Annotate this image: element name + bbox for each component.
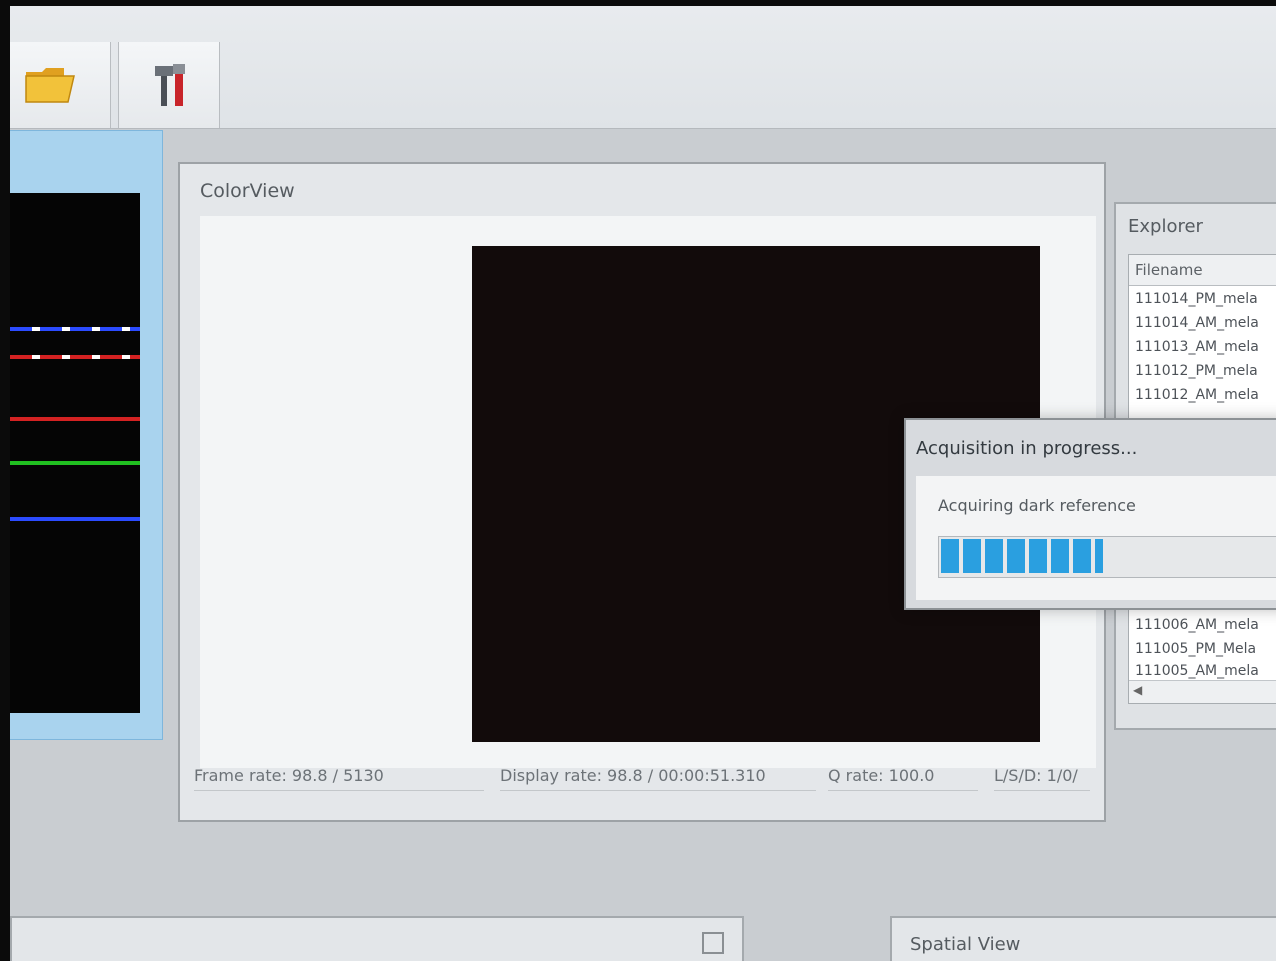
spectrum-line-red: [10, 417, 140, 421]
frame-rate-status: Frame rate: 98.8 / 5130: [194, 762, 484, 791]
filename-column-header[interactable]: Filename: [1129, 255, 1276, 286]
status-bar: Frame rate: 98.8 / 5130 Display rate: 98…: [194, 758, 1098, 798]
dialog-message: Acquiring dark reference: [938, 496, 1136, 515]
file-item[interactable]: 111005_AM_mela: [1135, 663, 1276, 679]
explorer-title: Explorer: [1128, 216, 1203, 237]
progress-bar: [938, 536, 1276, 578]
spectrum-line-red-dashed: [10, 355, 140, 359]
display-rate-status: Display rate: 98.8 / 00:00:51.310: [500, 762, 816, 791]
tools-icon: [155, 64, 185, 106]
spectrum-plot: [10, 193, 140, 713]
colorview-title: ColorView: [200, 180, 295, 202]
file-item[interactable]: 111006_AM_mela: [1135, 617, 1276, 633]
tools-button[interactable]: [118, 42, 220, 128]
spatial-view-window: Spatial View: [890, 916, 1276, 961]
file-item[interactable]: 111014_PM_mela: [1135, 291, 1276, 307]
spatial-view-title: Spatial View: [910, 934, 1021, 955]
scroll-left-icon[interactable]: ◀: [1133, 683, 1142, 697]
file-item[interactable]: 111005_PM_Mela: [1135, 641, 1276, 657]
folder-open-icon: [25, 68, 75, 103]
dialog-title: Acquisition in progress...: [916, 438, 1138, 459]
screen: ColorView Frame rate: 98.8 / 5130 Displa…: [10, 6, 1276, 961]
horizontal-scrollbar[interactable]: ◀: [1129, 680, 1276, 703]
q-rate-status: Q rate: 100.0: [828, 762, 978, 791]
spectrum-line-blue: [10, 517, 140, 521]
toolbar: [10, 6, 1276, 129]
file-item[interactable]: 111013_AM_mela: [1135, 339, 1276, 355]
file-item[interactable]: 111014_AM_mela: [1135, 315, 1276, 331]
acquisition-dialog: Acquisition in progress... Acquiring dar…: [904, 418, 1276, 610]
maximize-button[interactable]: [702, 932, 724, 954]
dialog-body: Acquiring dark reference: [916, 476, 1276, 600]
spectrum-line-blue-dashed: [10, 327, 140, 331]
open-button[interactable]: [10, 42, 111, 128]
bottom-window: [10, 916, 744, 961]
spectrum-panel: [10, 130, 163, 740]
file-item[interactable]: 111012_AM_mela: [1135, 387, 1276, 403]
file-item[interactable]: 111012_PM_mela: [1135, 363, 1276, 379]
progress-fill: [941, 539, 1103, 573]
spectrum-line-green: [10, 461, 140, 465]
lsd-status: L/S/D: 1/0/: [994, 762, 1090, 791]
